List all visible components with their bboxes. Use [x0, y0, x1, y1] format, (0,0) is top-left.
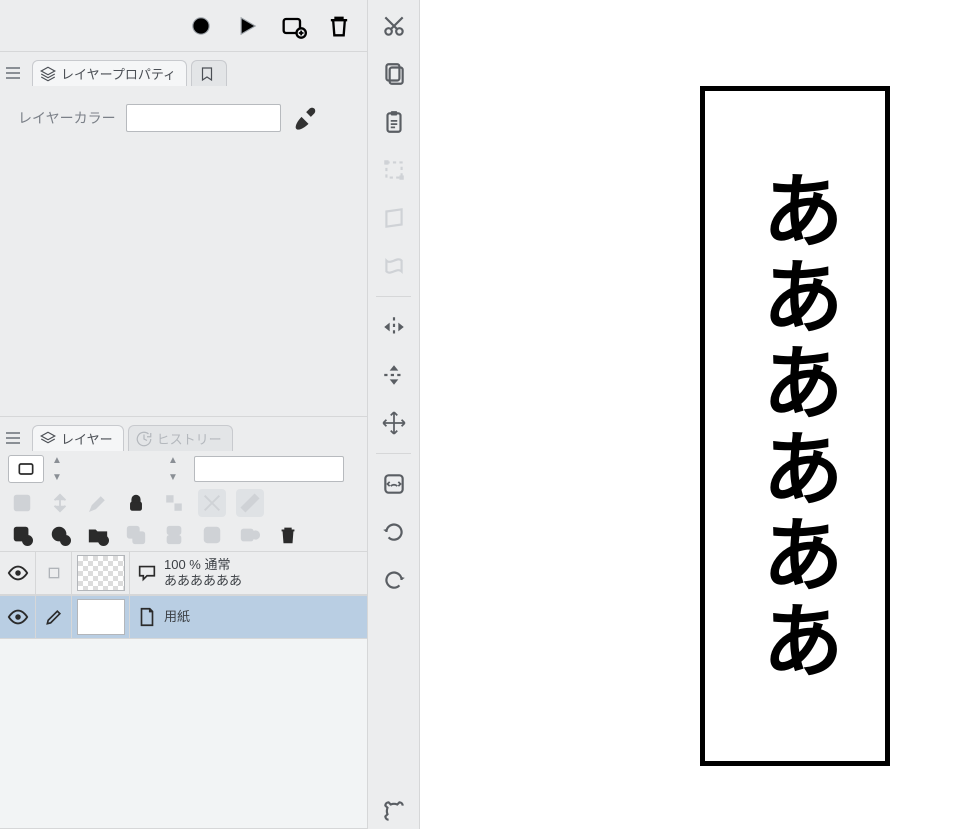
palette-color-stepper[interactable]	[52, 455, 70, 483]
merge-down-button[interactable]	[160, 521, 188, 549]
clip-mask-button[interactable]	[8, 489, 36, 517]
set-reference-button[interactable]	[198, 489, 226, 517]
tab-layer-properties[interactable]: レイヤープロパティ	[32, 60, 187, 86]
layer-info: 用紙	[130, 606, 190, 628]
layer-row[interactable]: 用紙	[0, 595, 367, 639]
toolbar-separator	[376, 296, 412, 297]
layers-icon	[39, 430, 57, 448]
lock-button[interactable]	[122, 489, 150, 517]
bookmark-icon	[198, 65, 216, 83]
eye-icon	[7, 562, 29, 584]
rotate-right-icon[interactable]	[376, 562, 412, 598]
copy-icon[interactable]	[376, 56, 412, 92]
layer-properties-body: レイヤーカラー	[0, 86, 367, 416]
layer-name: 用紙	[164, 609, 190, 625]
paste-icon[interactable]	[376, 104, 412, 140]
delete-layer-button[interactable]	[274, 521, 302, 549]
play-icon[interactable]	[233, 12, 261, 40]
tab-layers[interactable]: レイヤー	[32, 425, 124, 451]
record-icon[interactable]	[187, 12, 215, 40]
panel-menu-icon[interactable]	[4, 429, 22, 447]
layer-color-label: レイヤーカラー	[18, 108, 116, 128]
tab-history[interactable]: ヒストリー	[128, 425, 233, 451]
create-mask-button[interactable]	[198, 521, 226, 549]
panel-stack: レイヤープロパティ レイヤーカラー	[0, 0, 368, 829]
tab-label: レイヤープロパティ	[61, 64, 176, 83]
eyedropper-icon[interactable]	[291, 104, 319, 132]
eye-icon	[7, 606, 29, 628]
flip-horizontal-icon[interactable]	[376, 309, 412, 345]
rotate-left-icon[interactable]	[376, 514, 412, 550]
tab-sub-view[interactable]	[191, 60, 227, 86]
mesh-transform-icon[interactable]	[376, 248, 412, 284]
layer-actions-row	[0, 519, 367, 551]
new-raster-layer-button[interactable]	[8, 521, 36, 549]
convert-layer-icon[interactable]	[376, 466, 412, 502]
balloon-layer-icon	[136, 562, 158, 584]
speech-balloon-text[interactable]: ああああああ	[736, 168, 855, 684]
toolbar-separator	[376, 453, 412, 454]
draw-target-indicator[interactable]	[36, 596, 72, 638]
layer-thumbnail[interactable]	[72, 596, 130, 638]
canvas[interactable]: ああああああ	[420, 0, 960, 829]
free-transform-icon[interactable]	[376, 200, 412, 236]
pencil-icon	[44, 607, 64, 627]
flip-vertical-icon[interactable]	[376, 357, 412, 393]
history-icon	[135, 430, 153, 448]
layer-row[interactable]: 100 % 通常 ああああああ	[0, 551, 367, 595]
palette-color-dropdown[interactable]	[8, 455, 44, 483]
layer-flags-row	[0, 487, 367, 519]
ruler-toggle-button[interactable]	[236, 489, 264, 517]
square-icon	[46, 565, 62, 581]
speech-balloon[interactable]: ああああああ	[700, 86, 890, 766]
transfer-down-button[interactable]	[122, 521, 150, 549]
scale-icon[interactable]	[376, 152, 412, 188]
new-vector-layer-button[interactable]	[46, 521, 74, 549]
layer-panel-tabbar: レイヤー ヒストリー	[0, 417, 367, 451]
blend-opacity-row	[0, 451, 367, 487]
reference-layer-button[interactable]	[46, 489, 74, 517]
opacity-stepper[interactable]	[168, 455, 186, 483]
layer-color-swatch[interactable]	[126, 104, 281, 132]
opacity-field[interactable]	[194, 456, 344, 482]
apply-mask-button[interactable]	[236, 521, 264, 549]
delete-icon[interactable]	[325, 12, 353, 40]
lock-transparent-button[interactable]	[160, 489, 188, 517]
cut-icon[interactable]	[376, 8, 412, 44]
right-vertical-toolbar	[368, 0, 420, 829]
layer-color-row: レイヤーカラー	[18, 104, 355, 132]
panel-layer-properties: レイヤープロパティ レイヤーカラー	[0, 52, 367, 417]
panel-menu-icon[interactable]	[4, 64, 22, 82]
settings-icon[interactable]	[376, 793, 412, 829]
layer-properties-tabbar: レイヤープロパティ	[0, 52, 367, 86]
visibility-toggle[interactable]	[0, 552, 36, 594]
link-toggle[interactable]	[36, 552, 72, 594]
layer-info: 100 % 通常 ああああああ	[130, 557, 242, 588]
tab-label: ヒストリー	[157, 429, 222, 448]
layer-list: 100 % 通常 ああああああ	[0, 551, 367, 828]
visibility-toggle[interactable]	[0, 596, 36, 638]
draft-layer-button[interactable]	[84, 489, 112, 517]
timeline-transport	[0, 0, 367, 52]
layer-name: ああああああ	[164, 573, 242, 589]
layer-opacity-line: 100 % 通常	[164, 557, 242, 573]
tab-label: レイヤー	[61, 429, 113, 448]
move-icon[interactable]	[376, 405, 412, 441]
layer-stack-icon	[39, 65, 57, 83]
layer-thumbnail[interactable]	[72, 552, 130, 594]
paper-layer-icon	[136, 606, 158, 628]
panel-layers: レイヤー ヒストリー	[0, 417, 367, 829]
new-clip-icon[interactable]	[279, 12, 307, 40]
new-folder-button[interactable]	[84, 521, 112, 549]
